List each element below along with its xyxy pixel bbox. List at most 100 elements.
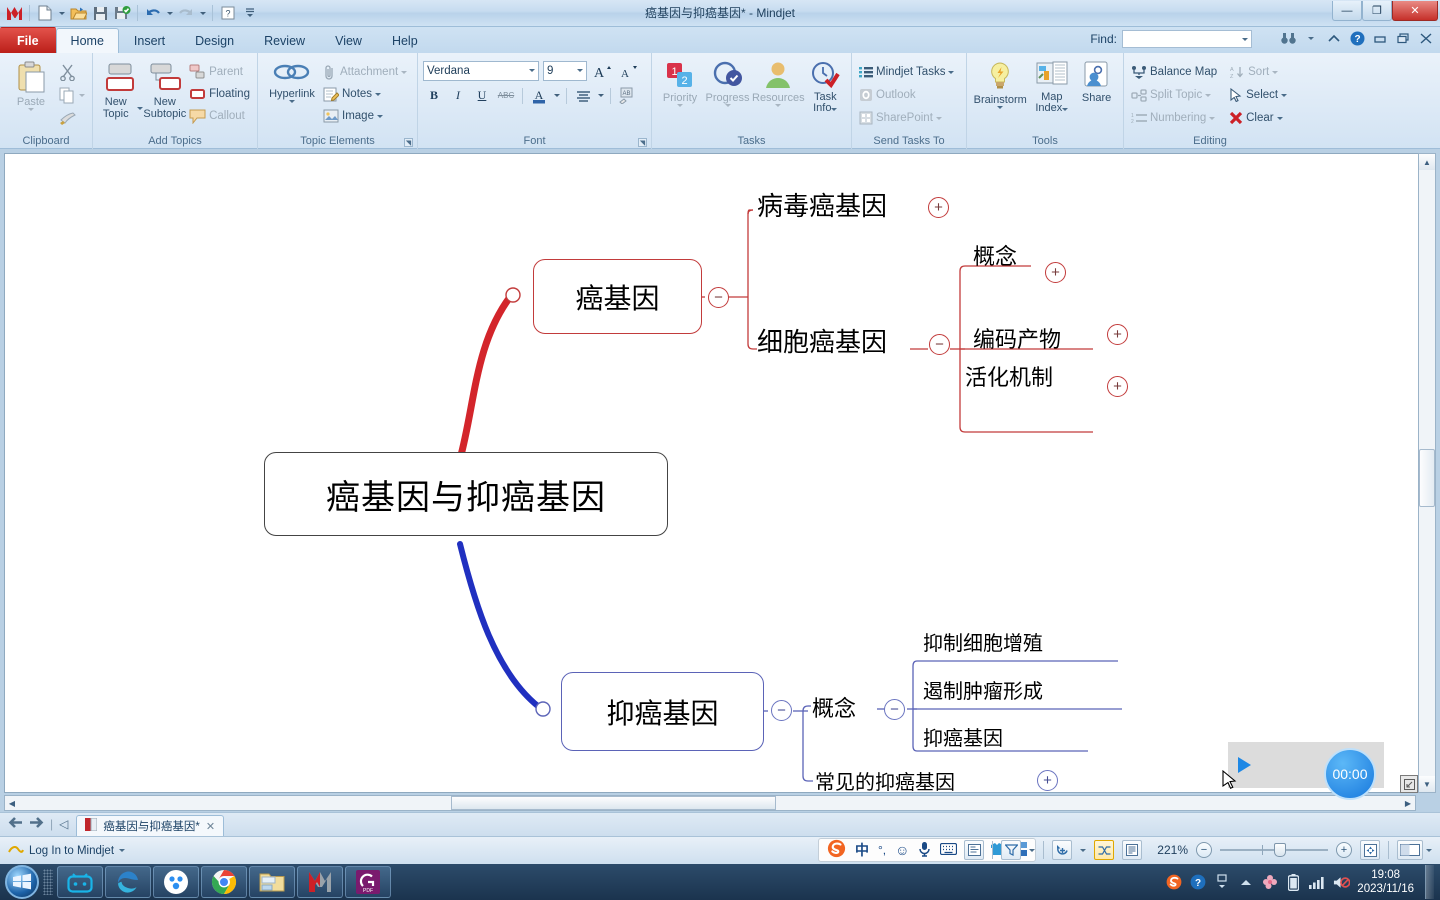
screen-recorder-widget[interactable]: 00:00 — [1228, 742, 1384, 800]
binoculars-dropdown-icon[interactable] — [1303, 30, 1319, 46]
mindmap-topic-cellular-oncogene[interactable]: 细胞癌基因 — [757, 322, 887, 359]
binoculars-icon[interactable] — [1280, 30, 1296, 46]
help-circle-icon[interactable]: ? — [1349, 30, 1365, 46]
clear-dropdown-icon[interactable] — [1276, 116, 1283, 120]
font-dialog-launcher[interactable]: ◥ — [638, 138, 647, 147]
mindjet-app-icon[interactable] — [297, 866, 343, 898]
pdf-app-icon[interactable]: PDF — [345, 866, 391, 898]
redo-icon[interactable] — [176, 3, 196, 23]
find-input[interactable] — [1122, 30, 1252, 48]
italic-button[interactable]: I — [447, 85, 469, 106]
sharepoint-dropdown-icon[interactable] — [935, 116, 942, 120]
hyperlink-dropdown-icon[interactable] — [289, 100, 295, 103]
recorder-timer[interactable]: 00:00 — [1324, 748, 1376, 800]
font-family-dropdown-icon[interactable] — [529, 69, 535, 72]
scroll-right-arrow-icon[interactable]: ▶ — [1401, 796, 1415, 810]
toggle-cellular-oncogene[interactable]: − — [929, 334, 950, 355]
zoom-slider-knob[interactable] — [1274, 843, 1286, 857]
recorder-resize-handle[interactable] — [1400, 775, 1418, 793]
tab-view[interactable]: View — [320, 28, 377, 53]
find-dropdown-icon[interactable] — [1242, 37, 1248, 41]
tray-volume-muted-icon[interactable] — [1333, 874, 1351, 891]
help-icon[interactable]: ? — [218, 3, 238, 23]
horizontal-scroll-thumb[interactable] — [451, 796, 776, 810]
mindjet-logo-icon[interactable] — [4, 3, 24, 23]
image-button[interactable]: Image — [321, 106, 409, 127]
progress-button[interactable]: Progress — [703, 57, 752, 107]
zoom-out-button[interactable]: − — [1196, 842, 1212, 858]
toggle-tumor-suppressor[interactable]: − — [771, 700, 792, 721]
strikethrough-button[interactable]: ABC — [495, 85, 517, 106]
font-size-dropdown-icon[interactable] — [577, 69, 583, 72]
map-index-dropdown-icon[interactable] — [1062, 108, 1069, 111]
numbering-dropdown-icon[interactable] — [1209, 116, 1216, 120]
mindmap-topic-oncogene[interactable]: 癌基因 — [533, 259, 702, 334]
undo-icon[interactable] — [143, 3, 163, 23]
mindmap-central-topic[interactable]: 癌基因与抑癌基因 — [264, 452, 668, 536]
filter-icon[interactable] — [1001, 840, 1021, 860]
vertical-scroll-thumb[interactable] — [1419, 449, 1435, 507]
underline-button[interactable]: U — [471, 85, 493, 106]
priority-dropdown-icon[interactable] — [677, 104, 684, 107]
brainstorm-button[interactable]: Brainstorm — [972, 57, 1028, 109]
toggle-viral-oncogene[interactable]: + — [928, 197, 949, 218]
mindmap-topic-encoded-product[interactable]: 编码产物 — [973, 322, 1061, 354]
align-button[interactable] — [572, 85, 594, 106]
priority-button[interactable]: 12 Priority — [657, 57, 703, 107]
tray-show-hidden-icon[interactable] — [1237, 874, 1254, 891]
cut-button[interactable] — [57, 62, 87, 83]
file-explorer-app-icon[interactable] — [249, 866, 295, 898]
filter-dropdown-icon[interactable] — [1029, 848, 1035, 852]
progress-dropdown-icon[interactable] — [724, 104, 731, 107]
bilibili-app-icon[interactable] — [57, 866, 103, 898]
toggle-common-tumor-suppressors[interactable]: + — [1037, 770, 1058, 791]
restore-button[interactable]: ❐ — [1362, 1, 1392, 21]
select-button[interactable]: Select — [1227, 85, 1289, 106]
ime-punctuation-icon[interactable]: °, — [878, 843, 886, 857]
mindmap-canvas[interactable]: 癌基因与抑癌基因 癌基因 − 病毒癌基因 + 细胞癌基因 − 概念 + 编码产物… — [4, 153, 1420, 793]
ime-mode-label[interactable]: 中 — [855, 840, 869, 860]
font-size-select[interactable]: 9 — [543, 60, 587, 81]
view-mode-icon[interactable] — [1397, 840, 1423, 860]
login-to-mindjet-button[interactable]: Log In to Mindjet — [0, 844, 126, 857]
collapse-ribbon-icon[interactable] — [1326, 30, 1342, 46]
tray-wifi-icon[interactable] — [1309, 874, 1326, 891]
toggle-concept-1[interactable]: + — [1045, 262, 1066, 283]
task-info-dropdown-icon[interactable] — [831, 108, 838, 111]
toggle-concept-2[interactable]: − — [884, 699, 905, 720]
minimize-button[interactable]: — — [1332, 1, 1362, 21]
scroll-down-arrow-icon[interactable]: ▼ — [1419, 776, 1435, 792]
toggle-encoded-product[interactable]: + — [1107, 324, 1128, 345]
select-dropdown-icon[interactable] — [1281, 93, 1288, 97]
zoom-slider[interactable] — [1220, 843, 1328, 857]
show-desktop-button[interactable] — [1425, 865, 1434, 899]
notes-button[interactable]: Notes — [321, 84, 409, 105]
parent-button[interactable]: Parent — [187, 62, 252, 83]
close-button[interactable]: ✕ — [1392, 1, 1438, 21]
tab-scroll-left-icon[interactable]: ◁ — [59, 817, 68, 831]
copy-dropdown-icon[interactable] — [79, 93, 85, 97]
ime-voice-icon[interactable] — [918, 841, 931, 860]
tray-help-icon[interactable]: ? — [1189, 874, 1206, 891]
paste-dropdown-icon[interactable] — [28, 108, 34, 111]
mindmap-topic-common-tumor-suppressors[interactable]: 常见的抑癌基因 — [815, 766, 955, 792]
details-view-icon[interactable] — [1122, 840, 1142, 860]
mindmap-topic-tumor-suppressor[interactable]: 抑癌基因 — [561, 672, 764, 751]
new-document-dropdown[interactable] — [57, 3, 66, 23]
align-dropdown-icon[interactable] — [596, 86, 605, 106]
clear-button[interactable]: Clear — [1227, 108, 1289, 129]
tab-insert[interactable]: Insert — [119, 28, 180, 53]
tray-sogou-icon[interactable] — [1165, 874, 1182, 891]
sogou-logo-icon[interactable] — [827, 839, 846, 861]
attachment-button[interactable]: Attachment — [321, 62, 409, 83]
mindjet-tasks-dropdown-icon[interactable] — [948, 70, 955, 74]
tab-design[interactable]: Design — [180, 28, 249, 53]
notes-dropdown-icon[interactable] — [375, 92, 382, 96]
outline-view-icon[interactable] — [964, 840, 984, 860]
share-button[interactable]: Share — [1075, 57, 1118, 104]
new-subtopic-button[interactable]: New Subtopic — [143, 57, 188, 120]
attachment-dropdown-icon[interactable] — [401, 70, 408, 74]
tab-home[interactable]: Home — [55, 28, 119, 53]
horizontal-scrollbar[interactable]: ◀ ▶ — [4, 795, 1416, 811]
fit-to-page-icon[interactable] — [1360, 840, 1380, 860]
